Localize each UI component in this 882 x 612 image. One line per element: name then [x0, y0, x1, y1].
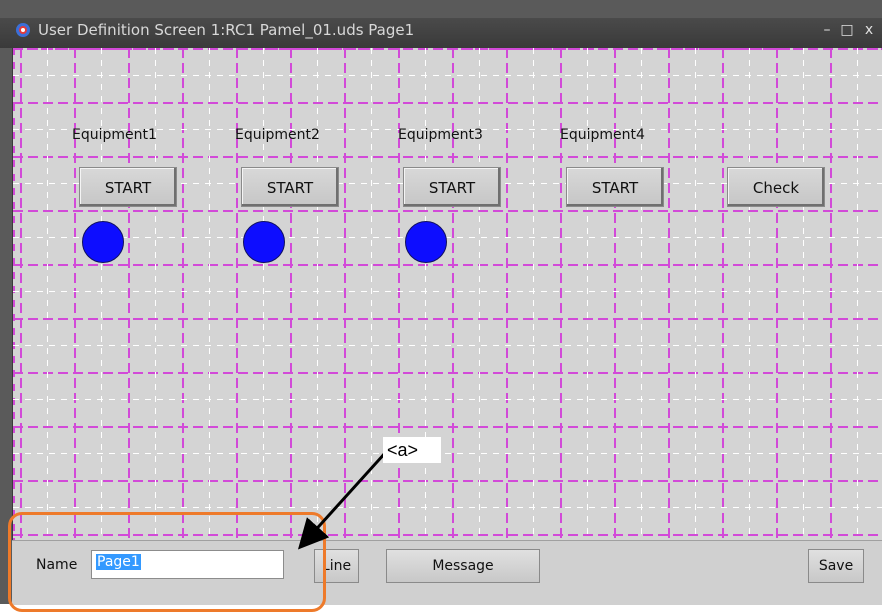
grid-subline-vertical [47, 48, 48, 540]
grid-line-vertical [614, 48, 616, 540]
title-bar: User Definition Screen 1:RC1 Pamel_01.ud… [0, 18, 882, 48]
grid-line-vertical [830, 48, 832, 540]
grid-overlay [13, 48, 882, 540]
status-lamp-3 [405, 221, 447, 263]
grid-line-vertical [344, 48, 346, 540]
grid-subline-vertical [425, 48, 426, 540]
grid-subline-vertical [263, 48, 264, 540]
grid-line-vertical [398, 48, 400, 540]
grid-subline-vertical [209, 48, 210, 540]
message-button[interactable]: Message [386, 549, 540, 583]
grid-line-vertical [452, 48, 454, 540]
start-button-1[interactable]: START [79, 167, 177, 207]
grid-subline-horizontal [13, 453, 882, 454]
grid-subline-vertical [371, 48, 372, 540]
window-title: User Definition Screen 1:RC1 Pamel_01.ud… [38, 21, 415, 39]
grid-line-horizontal [13, 534, 882, 536]
design-canvas[interactable]: Equipment1 START Equipment2 START Equipm… [12, 48, 882, 540]
grid-line-horizontal [13, 372, 882, 374]
check-button[interactable]: Check [727, 167, 825, 207]
grid-subline-vertical [749, 48, 750, 540]
grid-line-vertical [236, 48, 238, 540]
grid-line-vertical [128, 48, 130, 540]
minimize-icon[interactable]: – [818, 21, 836, 39]
equipment-label-3: Equipment3 [398, 127, 483, 143]
start-button-2[interactable]: START [241, 167, 339, 207]
grid-subline-horizontal [13, 291, 882, 292]
grid-subline-vertical [479, 48, 480, 540]
start-button-3[interactable]: START [403, 167, 501, 207]
grid-subline-horizontal [13, 237, 882, 238]
grid-line-vertical [668, 48, 670, 540]
save-button[interactable]: Save [808, 549, 864, 583]
line-button[interactable]: Line [314, 549, 359, 583]
grid-line-vertical [506, 48, 508, 540]
user-definition-window: User Definition Screen 1:RC1 Pamel_01.ud… [0, 0, 882, 605]
equipment-label-4: Equipment4 [560, 127, 645, 143]
grid-subline-vertical [587, 48, 588, 540]
grid-line-vertical [560, 48, 562, 540]
grid-line-horizontal [13, 264, 882, 266]
name-label: Name [36, 557, 78, 573]
grid-subline-vertical [155, 48, 156, 540]
equipment-label-2: Equipment2 [235, 127, 320, 143]
grid-subline-vertical [695, 48, 696, 540]
grid-line-horizontal [13, 318, 882, 320]
grid-subline-vertical [533, 48, 534, 540]
grid-line-vertical [290, 48, 292, 540]
grid-line-horizontal [13, 426, 882, 428]
grid-subline-vertical [101, 48, 102, 540]
grid-subline-vertical [803, 48, 804, 540]
annotation-callout: <a> [383, 437, 441, 463]
grid-line-horizontal [13, 48, 882, 50]
grid-line-horizontal [13, 102, 882, 104]
status-lamp-2 [243, 221, 285, 263]
grid-line-vertical [776, 48, 778, 540]
equipment-label-1: Equipment1 [72, 127, 157, 143]
name-input[interactable]: Page1 [91, 550, 284, 579]
grid-subline-horizontal [13, 75, 882, 76]
grid-line-vertical [20, 48, 22, 540]
app-logo-icon [16, 23, 30, 37]
maximize-icon[interactable]: □ [838, 21, 856, 39]
grid-line-vertical [182, 48, 184, 540]
grid-line-horizontal [13, 156, 882, 158]
grid-line-vertical [722, 48, 724, 540]
start-button-4[interactable]: START [566, 167, 664, 207]
grid-subline-horizontal [13, 345, 882, 346]
grid-subline-horizontal [13, 399, 882, 400]
grid-line-horizontal [13, 480, 882, 482]
grid-line-horizontal [13, 210, 882, 212]
name-input-value: Page1 [96, 554, 141, 570]
status-lamp-1 [82, 221, 124, 263]
grid-subline-horizontal [13, 507, 882, 508]
grid-line-vertical [74, 48, 76, 540]
close-icon[interactable]: x [860, 21, 878, 39]
grid-subline-vertical [857, 48, 858, 540]
grid-subline-vertical [641, 48, 642, 540]
grid-subline-vertical [317, 48, 318, 540]
bottom-toolbar: Name Page1 Line Message Save [12, 540, 882, 605]
